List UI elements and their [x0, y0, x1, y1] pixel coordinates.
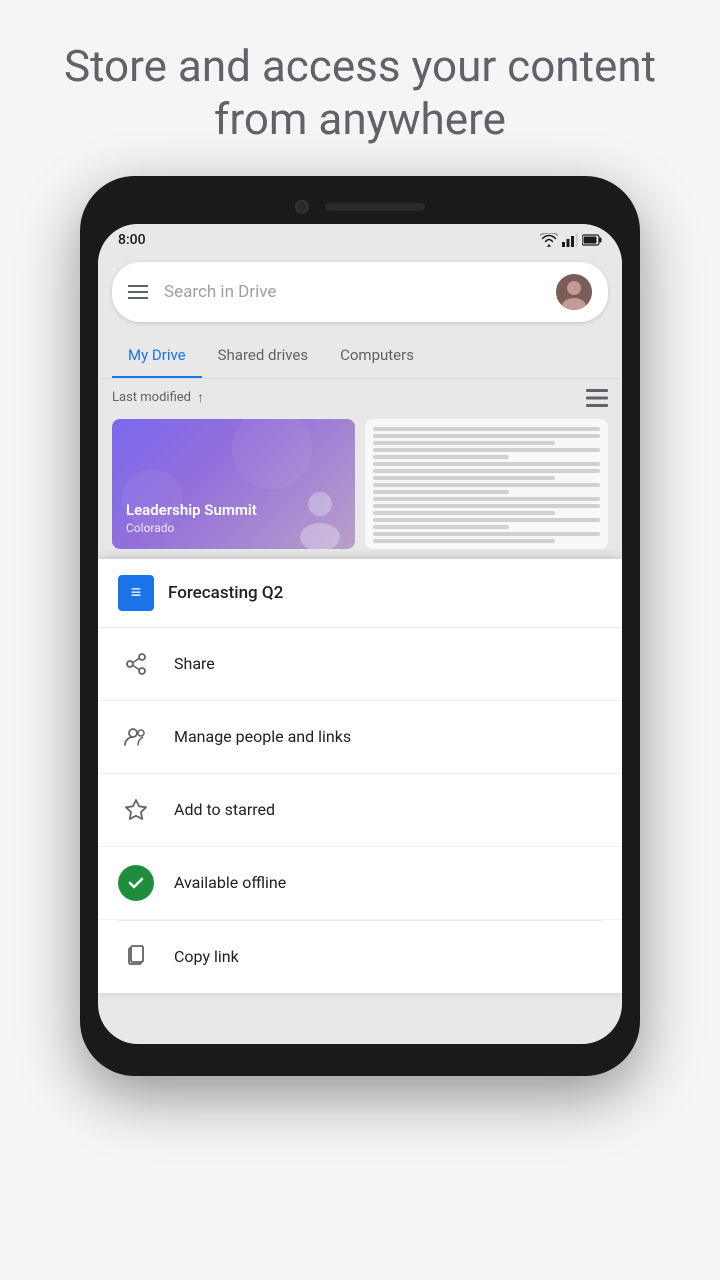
phone-screen: 8:00	[98, 224, 622, 1044]
avatar[interactable]	[556, 274, 592, 310]
search-placeholder: Search in Drive	[164, 282, 556, 302]
bottom-sheet: ≡ Forecasting Q2 Share	[98, 559, 622, 993]
copy-link-label: Copy link	[174, 947, 239, 966]
manage-people-button[interactable]: Manage people and links	[98, 701, 622, 774]
add-starred-label: Add to starred	[174, 800, 275, 819]
phone-frame: 8:00	[80, 176, 640, 1076]
available-offline-label: Available offline	[174, 873, 286, 892]
copy-link-button[interactable]: Copy link	[98, 921, 622, 993]
search-bar[interactable]: Search in Drive	[112, 262, 608, 322]
sort-row: Last modified ↑	[112, 389, 608, 407]
available-offline-button[interactable]: Available offline	[98, 847, 622, 920]
sort-label[interactable]: Last modified ↑	[112, 389, 204, 406]
speaker	[325, 203, 425, 211]
status-time: 8:00	[118, 232, 146, 248]
bottom-sheet-filename: Forecasting Q2	[168, 583, 283, 603]
list-view-icon[interactable]	[586, 389, 608, 407]
status-bar: 8:00	[98, 224, 622, 252]
content-area: Last modified ↑ Leadership Summit	[98, 379, 622, 559]
tab-my-drive[interactable]: My Drive	[112, 332, 202, 378]
hero-text: Store and access your content from anywh…	[0, 0, 720, 176]
star-icon	[118, 792, 154, 828]
search-bar-container: Search in Drive	[98, 252, 622, 332]
doc-preview	[365, 419, 608, 549]
file-card-leadership[interactable]: Leadership Summit Colorado	[112, 419, 355, 549]
phone-notch	[98, 194, 622, 224]
status-icons	[540, 233, 602, 247]
file-card-doc[interactable]	[365, 419, 608, 549]
signal-icon	[562, 233, 578, 247]
tab-computers[interactable]: Computers	[324, 332, 430, 378]
tabs-container: My Drive Shared drives Computers	[98, 332, 622, 379]
offline-check-icon	[118, 865, 154, 901]
add-starred-button[interactable]: Add to starred	[98, 774, 622, 847]
battery-icon	[582, 234, 602, 246]
copy-link-icon	[118, 939, 154, 975]
share-icon	[118, 646, 154, 682]
doc-type-icon: ≡	[118, 575, 154, 611]
bottom-sheet-header: ≡ Forecasting Q2	[98, 559, 622, 628]
camera	[295, 200, 309, 214]
manage-people-label: Manage people and links	[174, 727, 351, 746]
share-label: Share	[174, 654, 215, 673]
menu-button[interactable]	[128, 285, 148, 299]
file-grid: Leadership Summit Colorado	[112, 419, 608, 549]
manage-people-icon	[118, 719, 154, 755]
sort-arrow-icon: ↑	[197, 389, 204, 406]
tab-shared-drives[interactable]: Shared drives	[202, 332, 324, 378]
wifi-icon	[540, 233, 558, 247]
share-button[interactable]: Share	[98, 628, 622, 701]
